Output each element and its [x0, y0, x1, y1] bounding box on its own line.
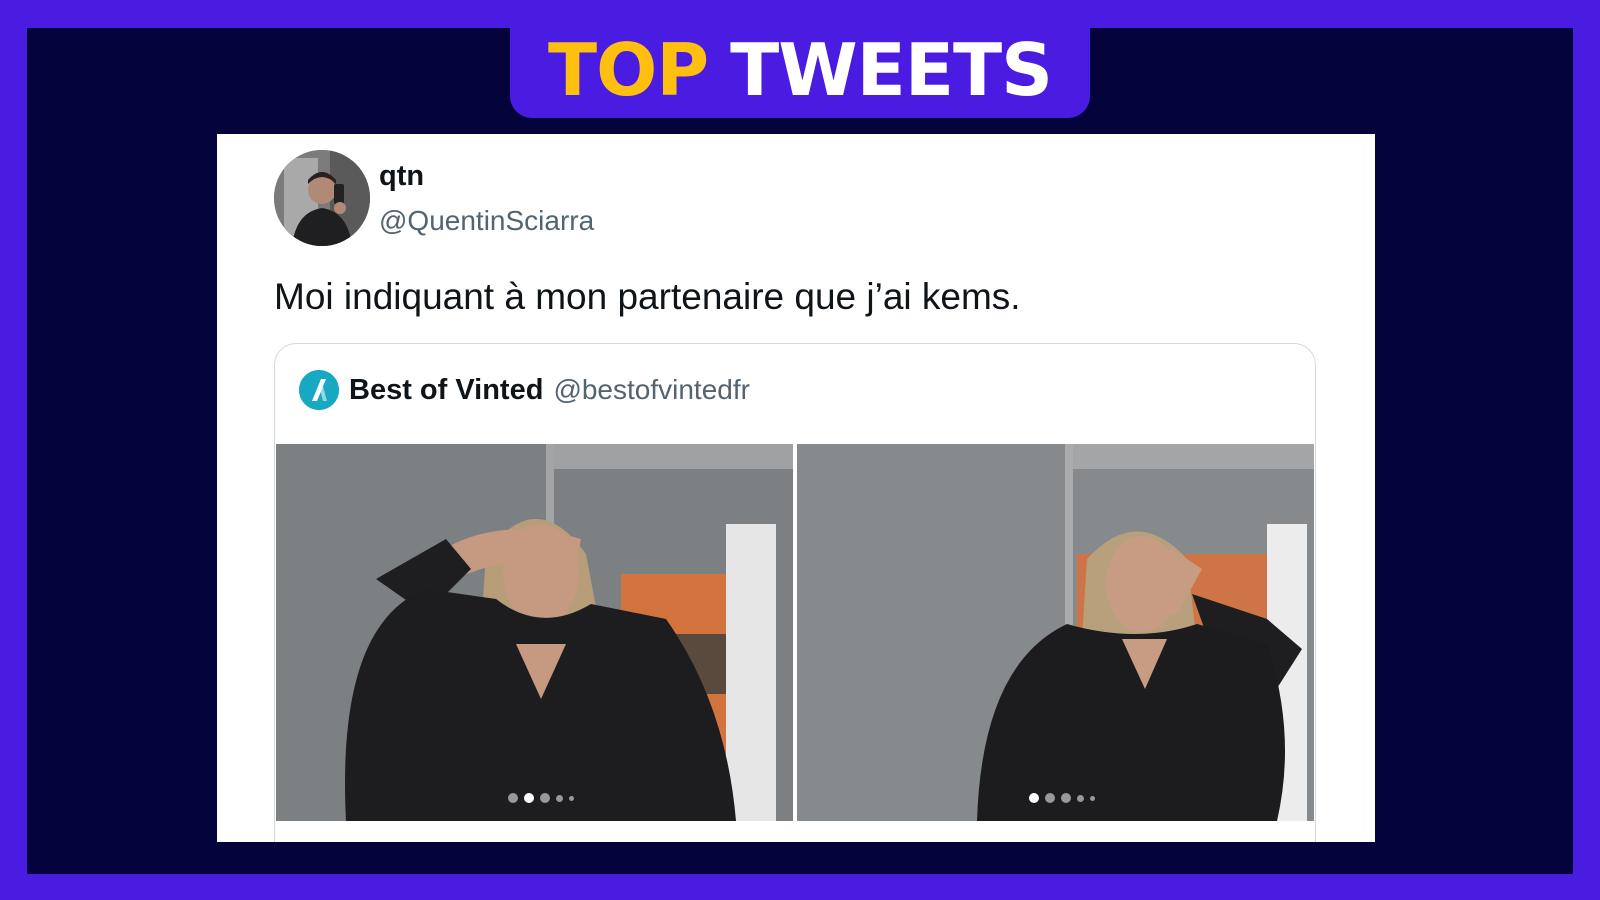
- photo-woman-covering-eyes-icon: [276, 444, 793, 821]
- banner-title: TOP TWEETS: [548, 34, 1053, 106]
- photo-woman-covering-face-icon: [797, 444, 1314, 821]
- carousel-dot: [569, 795, 574, 801]
- carousel-dot: [1077, 794, 1084, 802]
- carousel-dot: [1045, 793, 1055, 803]
- carousel-dots-left: [508, 793, 574, 803]
- carousel-dot-active: [1029, 793, 1039, 803]
- carousel-dot: [508, 793, 518, 803]
- banner-word-tweets: TWEETS: [730, 28, 1053, 112]
- display-name[interactable]: qtn: [379, 160, 424, 193]
- user-handle[interactable]: @QuentinSciarra: [379, 205, 594, 237]
- avatar[interactable]: [274, 150, 370, 246]
- carousel-dot-active: [524, 793, 534, 803]
- avatar-photo-icon: [274, 150, 370, 246]
- media-photo-right[interactable]: [797, 444, 1314, 821]
- tweet-card[interactable]: qtn @QuentinSciarra Moi indiquant à mon …: [217, 134, 1375, 842]
- quoted-display-name[interactable]: Best of Vinted: [349, 374, 543, 407]
- vinted-logo-icon[interactable]: [299, 370, 339, 410]
- tweet-text: Moi indiquant à mon partenaire que j’ai …: [274, 276, 1021, 317]
- carousel-dot: [1090, 795, 1095, 801]
- carousel-dots-right: [1029, 793, 1095, 803]
- banner-word-top: TOP: [548, 28, 709, 112]
- carousel-dot: [556, 794, 563, 802]
- quoted-tweet-header: Best of Vinted @bestofvintedfr: [299, 370, 750, 410]
- quoted-tweet[interactable]: Best of Vinted @bestofvintedfr: [274, 343, 1316, 842]
- quoted-user-handle[interactable]: @bestofvintedfr: [553, 374, 750, 406]
- media-photo-left[interactable]: [276, 444, 793, 821]
- carousel-dot: [1061, 793, 1071, 803]
- carousel-dot: [540, 793, 550, 803]
- top-tweets-banner: TOP TWEETS: [510, 22, 1090, 118]
